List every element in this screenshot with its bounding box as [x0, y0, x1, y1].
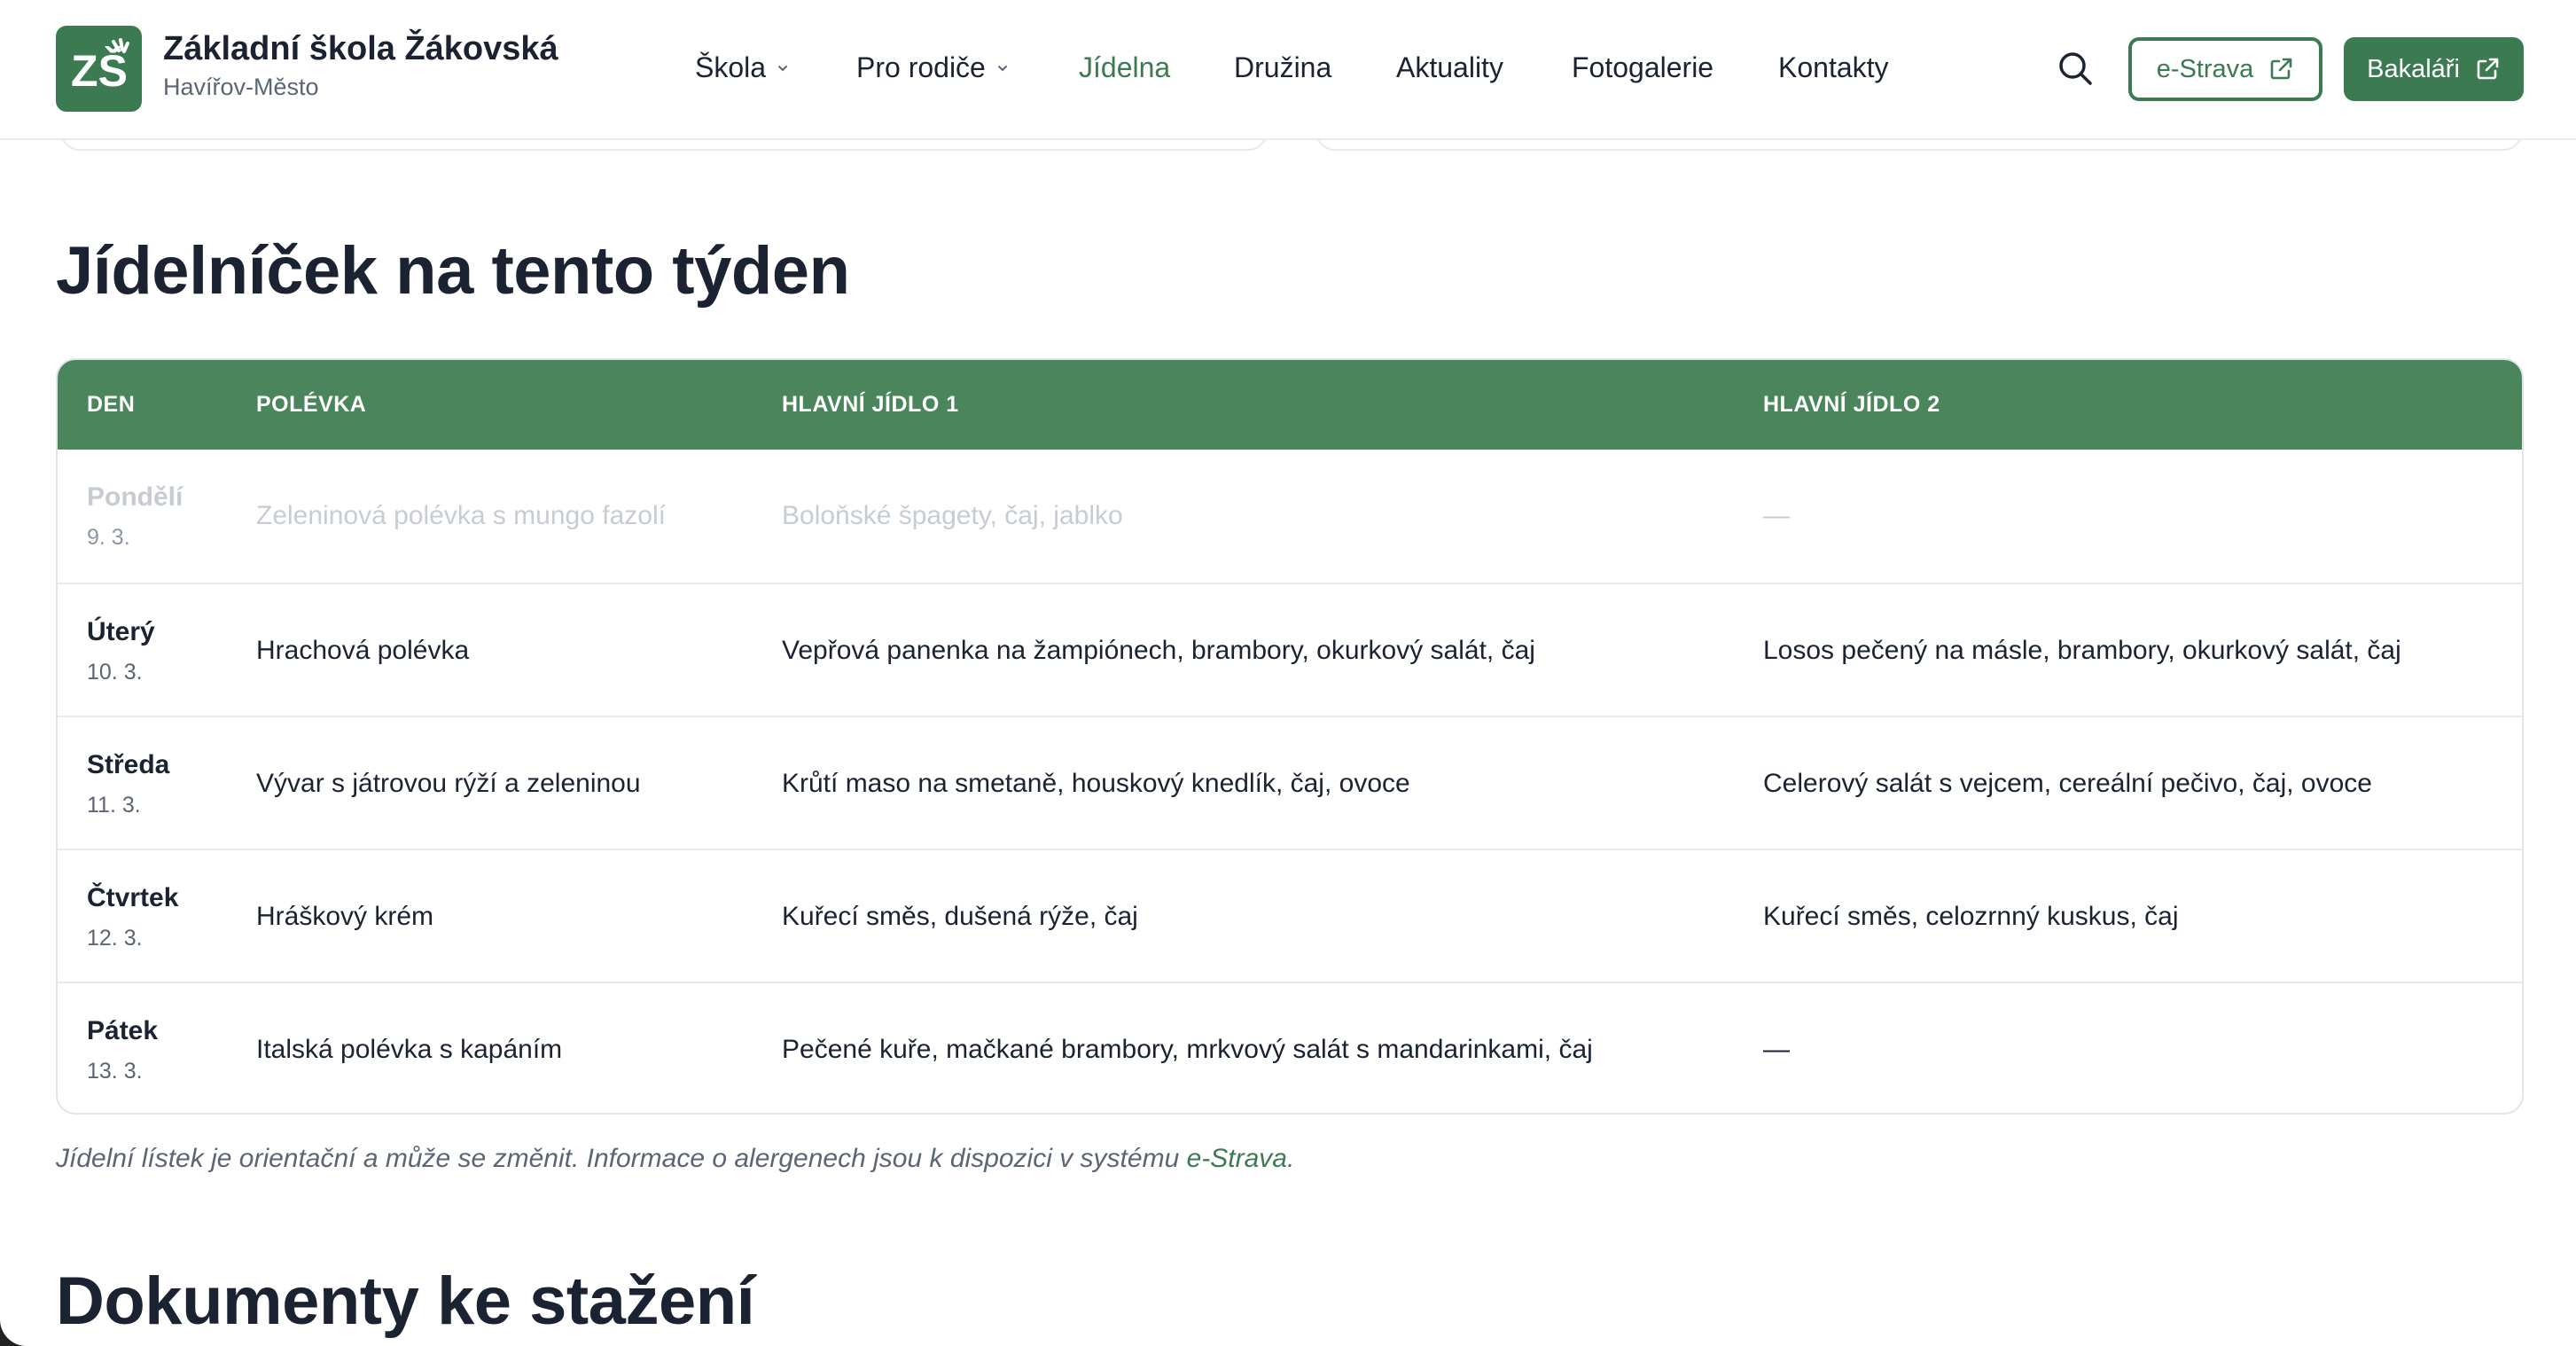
page: ZŠ Základní škola Žákovská Havířov-Město…	[0, 0, 2576, 1346]
main2-cell: Kuřecí směs, celozrnný kuskus, čaj	[1763, 902, 2179, 931]
day-date: 9. 3.	[87, 525, 130, 550]
day-date: 11. 3.	[87, 793, 141, 818]
menu-note: Jídelní lístek je orientační a může se z…	[56, 1144, 1294, 1174]
soup-cell: Vývar s játrovou rýží a zeleninou	[256, 769, 641, 798]
chevron-down-icon	[778, 65, 788, 71]
nav-item-fotogalerie[interactable]: Fotogalerie	[1572, 51, 1713, 84]
external-link-icon	[2477, 58, 2499, 80]
day-name: Čtvrtek	[87, 883, 179, 912]
nav-item-jidelna[interactable]: Jídelna	[1079, 51, 1170, 84]
school-logo[interactable]: ZŠ	[56, 26, 142, 112]
main2-cell: Losos pečený na másle, brambory, okurkov…	[1763, 636, 2401, 665]
estrava-button[interactable]: e-Strava	[2128, 37, 2322, 101]
column-header-soup: POLÉVKA	[256, 392, 367, 417]
day-name: Středa	[87, 750, 170, 779]
table-header: DEN POLÉVKA HLAVNÍ JÍDLO 1 HLAVNÍ JÍDLO …	[58, 360, 2522, 450]
nav-item-skola[interactable]: Škola	[695, 51, 791, 84]
soup-cell: Hráškový krém	[256, 902, 434, 931]
main2-cell: —	[1763, 501, 1790, 530]
external-link-icon	[2270, 58, 2292, 80]
school-name[interactable]: Základní škola Žákovská	[163, 30, 558, 68]
logo-text: ZŠ	[71, 45, 128, 96]
column-header-main2: HLAVNÍ JÍDLO 2	[1763, 392, 1940, 417]
documents-heading: Dokumenty ke stažení	[56, 1264, 755, 1339]
nav-label: Aktuality	[1396, 51, 1503, 83]
nav-item-kontakty[interactable]: Kontakty	[1778, 51, 1889, 84]
menu-note-end: .	[1286, 1144, 1295, 1173]
search-icon[interactable]	[2055, 48, 2096, 89]
nav-label: Fotogalerie	[1572, 51, 1714, 83]
main1-cell: Vepřová panenka na žampiónech, brambory,…	[782, 636, 1535, 665]
estrava-link[interactable]: e-Strava	[1187, 1144, 1287, 1173]
menu-table: DEN POLÉVKA HLAVNÍ JÍDLO 1 HLAVNÍ JÍDLO …	[56, 358, 2524, 1115]
main1-cell: Kuřecí směs, dušená rýže, čaj	[782, 902, 1138, 931]
table-row: Středa 11. 3. Vývar s játrovou rýží a ze…	[58, 716, 2522, 849]
day-name: Pondělí	[87, 482, 183, 512]
column-header-day: DEN	[87, 392, 136, 417]
bakalari-label: Bakaláři	[2367, 54, 2460, 83]
main1-cell: Krůtí maso na smetaně, houskový knedlík,…	[782, 769, 1410, 798]
table-row: Pondělí 9. 3. Zeleninová polévka s mungo…	[58, 450, 2522, 583]
chevron-down-icon	[997, 65, 1007, 71]
table-row: Pátek 13. 3. Italská polévka s kapáním P…	[58, 982, 2522, 1113]
main2-cell: Celerový salát s vejcem, cereální pečivo…	[1763, 769, 2372, 798]
day-name: Pátek	[87, 1016, 159, 1045]
estrava-label: e-Strava	[2156, 54, 2254, 83]
window-corner	[0, 1319, 27, 1346]
main1-cell: Boloňské špagety, čaj, jablko	[782, 501, 1123, 530]
nav-label: Družina	[1234, 51, 1332, 83]
table-row: Úterý 10. 3. Hrachová polévka Vepřová pa…	[58, 583, 2522, 716]
table-row: Čtvrtek 12. 3. Hráškový krém Kuřecí směs…	[58, 849, 2522, 982]
nav-label: Kontakty	[1778, 51, 1889, 83]
soup-cell: Italská polévka s kapáním	[256, 1035, 563, 1064]
menu-note-text: Jídelní lístek je orientační a může se z…	[56, 1144, 1187, 1173]
main2-cell: —	[1763, 1035, 1790, 1064]
day-date: 12. 3.	[87, 926, 143, 951]
site-header: ZŠ Základní škola Žákovská Havířov-Město…	[0, 0, 2576, 140]
soup-cell: Zeleninová polévka s mungo fazolí	[256, 501, 666, 530]
soup-cell: Hrachová polévka	[256, 636, 470, 665]
school-logo-icon: ZŠ	[71, 37, 129, 96]
column-header-main1: HLAVNÍ JÍDLO 1	[782, 392, 959, 417]
bakalari-button[interactable]: Bakaláři	[2344, 37, 2524, 101]
menu-heading: Jídelníček na tento týden	[56, 233, 850, 309]
nav-item-aktuality[interactable]: Aktuality	[1396, 51, 1503, 84]
day-date: 10. 3.	[87, 660, 143, 685]
nav-label: Pro rodiče	[856, 51, 986, 83]
nav-item-druzina[interactable]: Družina	[1234, 51, 1331, 84]
school-location: Havířov-Město	[163, 74, 319, 100]
day-date: 13. 3.	[87, 1059, 143, 1084]
nav-item-pro-rodice[interactable]: Pro rodiče	[856, 51, 1011, 84]
main1-cell: Pečené kuře, mačkané brambory, mrkvový s…	[782, 1035, 1593, 1064]
nav-label: Škola	[695, 51, 767, 83]
nav-label: Jídelna	[1079, 51, 1171, 83]
day-name: Úterý	[87, 617, 155, 646]
